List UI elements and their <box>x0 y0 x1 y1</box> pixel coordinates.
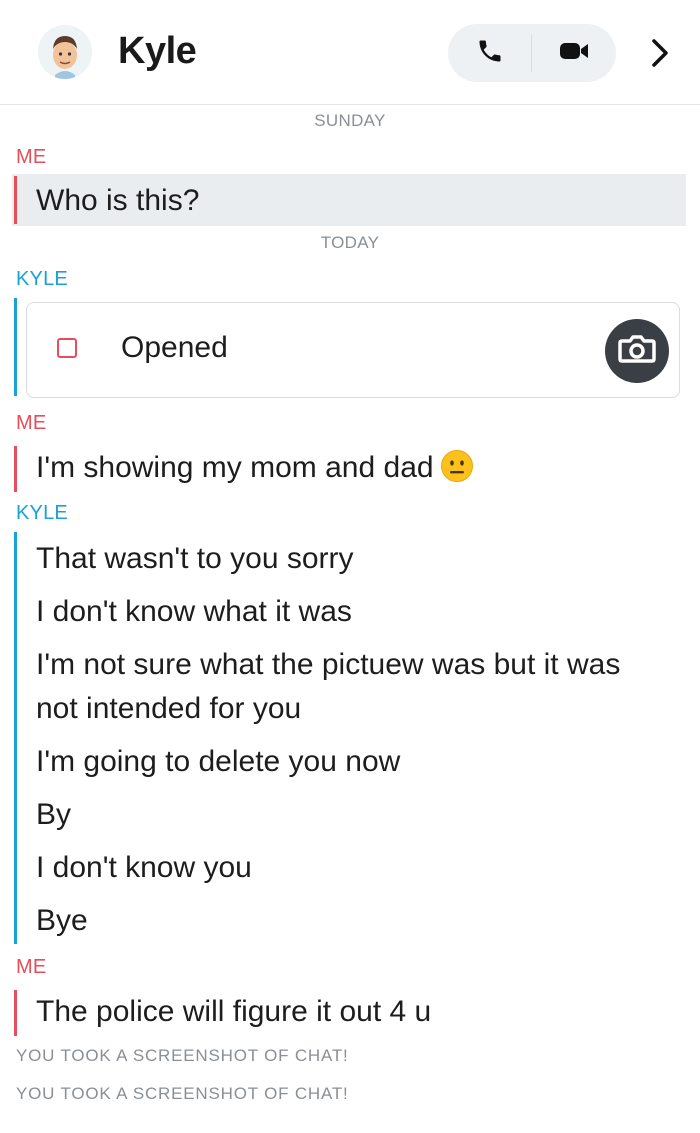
opened-snap-card[interactable]: Opened <box>26 302 680 398</box>
sender-bar-me <box>14 446 17 492</box>
sender-bar-kyle <box>14 298 17 396</box>
message-text[interactable]: Bye <box>36 899 88 943</box>
phone-icon <box>476 37 504 70</box>
message-text[interactable]: not intended for you <box>36 687 301 731</box>
chat-title[interactable]: Kyle <box>118 30 197 73</box>
message-text[interactable]: The police will figure it out 4 u <box>36 990 431 1034</box>
camera-icon <box>618 333 656 370</box>
sender-bar-me <box>14 176 17 224</box>
sender-label-me: ME <box>16 146 47 168</box>
sender-label-me: ME <box>16 412 47 434</box>
opened-snap-square-icon <box>57 338 77 358</box>
message-text[interactable]: I'm not sure what the pictuew was but it… <box>36 643 620 687</box>
call-controls <box>448 24 616 82</box>
message-text[interactable]: I don't know you <box>36 846 252 890</box>
day-label-today: TODAY <box>320 233 380 252</box>
chat-header: Kyle <box>0 0 700 105</box>
neutral-face-emoji-icon <box>440 449 474 483</box>
chevron-right-icon[interactable] <box>640 30 680 76</box>
message-text[interactable]: I'm going to delete you now <box>36 740 400 784</box>
screenshot-notice: YOU TOOK A SCREENSHOT OF CHAT! <box>16 1046 349 1065</box>
voice-call-button[interactable] <box>448 24 532 82</box>
sender-label-kyle: KYLE <box>16 268 68 290</box>
day-label-sunday: SUNDAY <box>314 111 386 130</box>
screenshot-notice: YOU TOOK A SCREENSHOT OF CHAT! <box>16 1084 349 1103</box>
message-text-content: I'm showing my mom and dad <box>36 451 434 484</box>
message-text[interactable]: I don't know what it was <box>36 590 352 634</box>
message-text[interactable]: That wasn't to you sorry <box>36 537 354 581</box>
message-text[interactable]: Who is this? <box>36 179 199 223</box>
message-text[interactable]: I'm showing my mom and dad <box>36 446 474 490</box>
message-text[interactable]: By <box>36 793 71 837</box>
sender-bar-kyle <box>14 532 17 944</box>
snap-status: Opened <box>121 331 228 364</box>
camera-reply-button[interactable] <box>605 319 669 383</box>
sender-label-kyle: KYLE <box>16 502 68 524</box>
bitmoji-avatar-icon[interactable] <box>38 25 92 79</box>
video-camera-icon <box>559 40 589 67</box>
video-call-button[interactable] <box>532 24 616 82</box>
sender-bar-me <box>14 990 17 1036</box>
sender-label-me: ME <box>16 956 47 978</box>
